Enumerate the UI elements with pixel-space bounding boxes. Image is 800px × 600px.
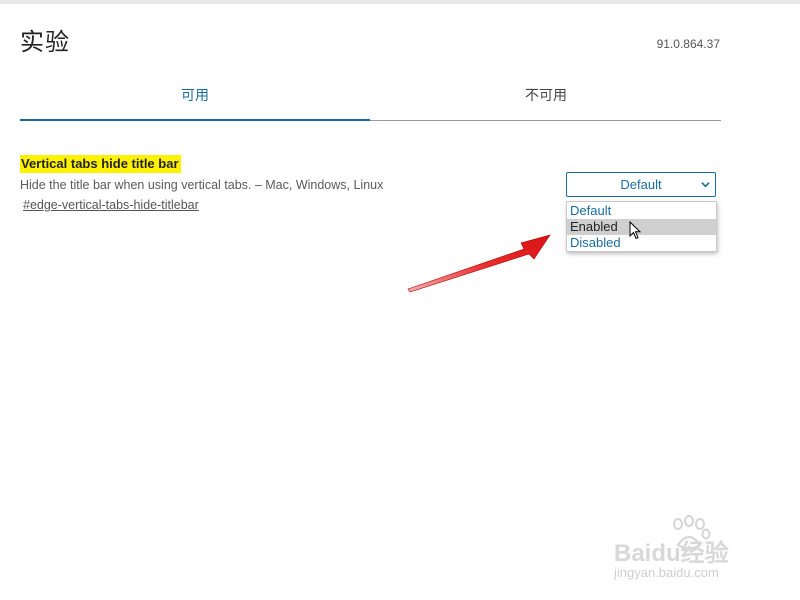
flag-title: Vertical tabs hide title bar [20, 155, 181, 173]
flag-state-select[interactable]: Default [566, 172, 716, 197]
version-label: 91.0.864.37 [656, 37, 720, 51]
select-value: Default [620, 177, 662, 192]
flag-description: Hide the title bar when using vertical t… [20, 178, 384, 192]
watermark-url: jingyan.baidu.com [614, 565, 719, 580]
mouse-cursor-icon [629, 221, 642, 240]
watermark: Baidu经验 jingyan.baidu.com [612, 515, 762, 585]
chevron-down-icon [701, 182, 710, 188]
tab-bar: 可用 不可用 [20, 78, 721, 121]
page-title: 实验 [20, 28, 70, 56]
tab-available[interactable]: 可用 [20, 78, 370, 121]
red-arrow-icon [407, 234, 551, 293]
page-header: 实验 91.0.864.37 [20, 22, 720, 56]
tab-unavailable[interactable]: 不可用 [371, 78, 721, 120]
flag-anchor-link[interactable]: #edge-vertical-tabs-hide-titlebar [23, 198, 199, 212]
window-top-border [0, 0, 800, 4]
option-default[interactable]: Default [567, 203, 716, 219]
watermark-logo: Baidu经验 [614, 540, 729, 567]
